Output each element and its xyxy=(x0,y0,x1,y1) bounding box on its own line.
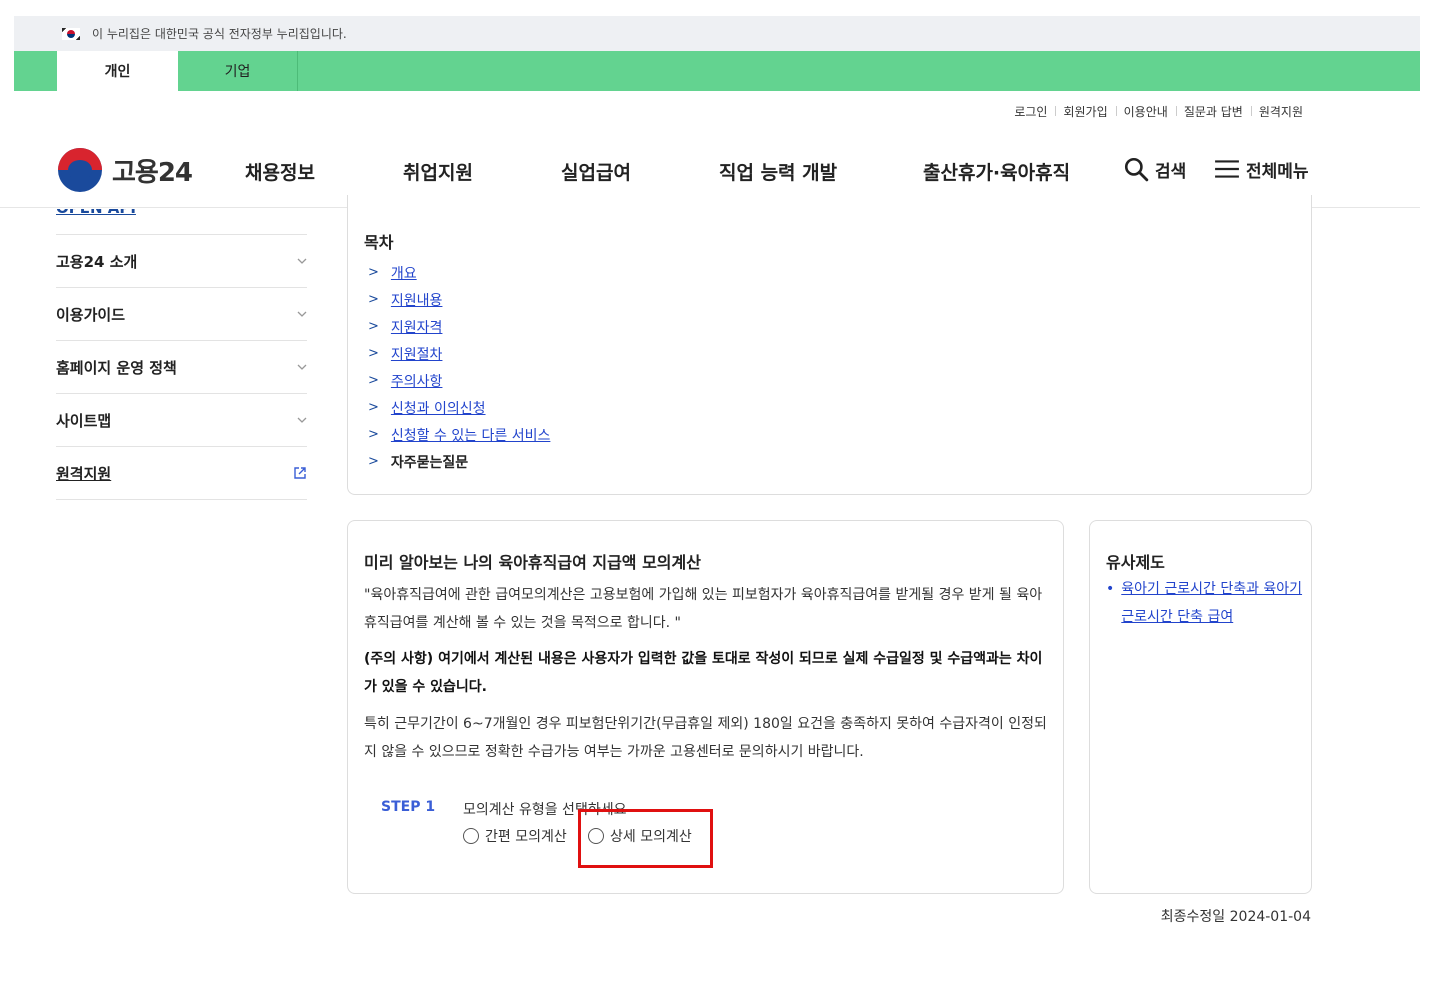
chevron-down-icon xyxy=(297,258,307,264)
bullet: • xyxy=(1106,581,1115,597)
all-menu-label: 전체메뉴 xyxy=(1246,161,1309,182)
chevron-right-icon: > xyxy=(368,346,379,361)
chevron-down-icon xyxy=(297,364,307,370)
table-of-contents: 목차 > 개요 > 지원내용 > 지원자격 > 지원절차 > 주의사항 > 신청과 이의신청… xyxy=(347,195,1312,495)
similar-item: • 육아기 근로시간 단축과 육아기 근로시간 단축 급여 xyxy=(1106,575,1306,631)
chevron-right-icon: > xyxy=(368,319,379,334)
gnb-menu-employment-support[interactable]: 취업지원 xyxy=(403,158,473,185)
search-button[interactable]: 검색 xyxy=(1123,156,1186,182)
chevron-right-icon: > xyxy=(368,454,379,469)
similar-programs-card: 유사제도 • 육아기 근로시간 단축과 육아기 근로시간 단축 급여 xyxy=(1089,520,1312,894)
tab-business[interactable]: 기업 xyxy=(178,51,298,91)
last-updated: 최종수정일 2024-01-04 xyxy=(1160,909,1311,925)
search-icon xyxy=(1124,157,1149,182)
similar-link[interactable]: 육아기 근로시간 단축과 육아기 근로시간 단축 급여 xyxy=(1121,575,1306,631)
chevron-right-icon: > xyxy=(368,373,379,388)
lnb-item-about[interactable]: 고용24 소개 xyxy=(56,235,307,288)
step-label: STEP 1 xyxy=(381,799,436,815)
gnb-menu-vocational-training[interactable]: 직업 능력 개발 xyxy=(719,158,837,185)
similar-title: 유사제도 xyxy=(1106,553,1165,572)
toc-item: > 개요 xyxy=(368,259,550,286)
toc-item: > 지원자격 xyxy=(368,313,550,340)
search-label: 검색 xyxy=(1155,161,1187,182)
logo-text: 고용24 xyxy=(112,157,193,188)
toc-link-eligibility[interactable]: 지원자격 xyxy=(391,317,443,337)
toc-link-support-content[interactable]: 지원내용 xyxy=(391,290,443,310)
gov-banner-text: 이 누리집은 대한민국 공식 전자정부 누리집입니다. xyxy=(92,27,347,41)
gnb-menu-jobs[interactable]: 채용정보 xyxy=(245,158,315,185)
site-logo[interactable]: 고용24 xyxy=(58,148,193,192)
toc-title: 목차 xyxy=(364,233,394,252)
toc-link-other-services[interactable]: 신청할 수 있는 다른 서비스 xyxy=(391,425,550,445)
calculator-intro: "육아휴직급여에 관한 급여모의계산은 고용보험에 가입해 있는 피보험자가 육… xyxy=(364,587,1043,631)
toc-item: > 신청과 이의신청 xyxy=(368,394,550,421)
toc-link-faq[interactable]: 자주묻는질문 xyxy=(391,452,468,472)
radio-circle xyxy=(463,828,479,844)
toc-item: > 지원절차 xyxy=(368,340,550,367)
toc-item: > 신청할 수 있는 다른 서비스 xyxy=(368,421,550,448)
calculator-title: 미리 알아보는 나의 육아휴직급여 지급액 모의계산 xyxy=(364,553,701,572)
qna-link[interactable]: 질문과 답변 xyxy=(1175,103,1251,120)
gnb-menu-unemployment-benefit[interactable]: 실업급여 xyxy=(561,158,631,185)
side-navigation: OPEN API 고용24 소개 이용가이드 홈페이지 운영 정책 사이트맵 원… xyxy=(56,209,307,500)
signup-link[interactable]: 회원가입 xyxy=(1055,103,1115,120)
hamburger-icon xyxy=(1215,160,1239,178)
toc-list: > 개요 > 지원내용 > 지원자격 > 지원절차 > 주의사항 > 신청과 이의신청 > 신… xyxy=(368,259,550,475)
login-link[interactable]: 로그인 xyxy=(1006,103,1055,120)
highlight-box xyxy=(578,809,713,868)
toc-item: > 주의사항 xyxy=(368,367,550,394)
chevron-right-icon: > xyxy=(368,292,379,307)
toc-link-application[interactable]: 신청과 이의신청 xyxy=(391,398,486,418)
simple-calc-label: 간편 모의계산 xyxy=(485,829,567,845)
chevron-right-icon: > xyxy=(368,265,379,280)
lnb-item-policy[interactable]: 홈페이지 운영 정책 xyxy=(56,341,307,394)
external-link-icon xyxy=(294,467,306,479)
gnb-menu-parental-leave[interactable]: 출산휴가·육아휴직 xyxy=(923,158,1070,185)
all-menu-button[interactable]: 전체메뉴 xyxy=(1214,156,1309,182)
gov-banner: 이 누리집은 대한민국 공식 전자정부 누리집입니다. xyxy=(14,16,1420,51)
tab-personal[interactable]: 개인 xyxy=(57,51,178,91)
lnb-item-sitemap[interactable]: 사이트맵 xyxy=(56,394,307,447)
calculator-note: 특히 근무기간이 6~7개월인 경우 피보험단위기간(무급휴일 제외) 180일… xyxy=(364,716,1047,760)
remote-support-link[interactable]: 원격지원 xyxy=(1250,103,1311,120)
user-type-tabs: 개인 기업 xyxy=(14,51,1420,91)
taegeuk-logo-icon xyxy=(58,148,102,192)
chevron-down-icon xyxy=(297,417,307,423)
simple-calc-radio[interactable]: 간편 모의계산 xyxy=(463,826,567,846)
utility-links: 로그인 회원가입 이용안내 질문과 답변 원격지원 xyxy=(1006,103,1311,120)
toc-item: > 지원내용 xyxy=(368,286,550,313)
chevron-right-icon: > xyxy=(368,400,379,415)
toc-link-overview[interactable]: 개요 xyxy=(391,263,417,283)
lnb-item-open-api[interactable]: OPEN API xyxy=(56,209,307,235)
toc-link-procedure[interactable]: 지원절차 xyxy=(391,344,443,364)
toc-link-notes[interactable]: 주의사항 xyxy=(391,371,443,391)
chevron-right-icon: > xyxy=(368,427,379,442)
calculator-caution: (주의 사항) 여기에서 계산된 내용은 사용자가 입력한 값을 토대로 작성이… xyxy=(364,651,1043,695)
chevron-down-icon xyxy=(297,311,307,317)
lnb-item-remote-support[interactable]: 원격지원 xyxy=(56,447,307,500)
guide-link[interactable]: 이용안내 xyxy=(1115,103,1176,120)
korea-flag-icon xyxy=(62,27,80,40)
lnb-item-guide[interactable]: 이용가이드 xyxy=(56,288,307,341)
toc-item: > 자주묻는질문 xyxy=(368,448,550,475)
